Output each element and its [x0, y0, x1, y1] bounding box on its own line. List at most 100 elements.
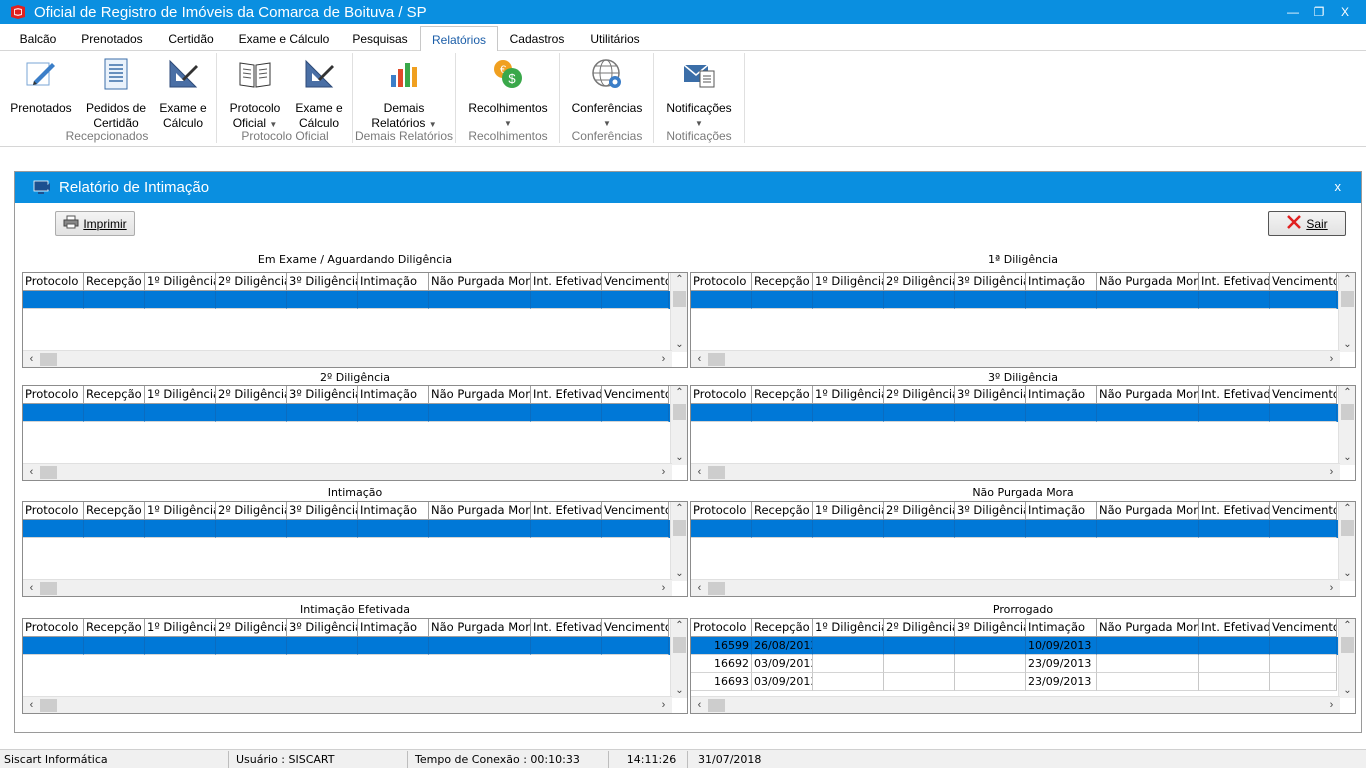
column-header[interactable]: 3º Diligência [955, 273, 1026, 291]
report-close-button[interactable]: x [1335, 179, 1342, 194]
scroll-down-icon[interactable]: ⌄ [671, 452, 687, 463]
scroll-left-icon[interactable]: ‹ [23, 351, 40, 367]
notificacoes-button[interactable]: Notificações ▼ [660, 51, 738, 131]
pedidos-certidao-button[interactable]: Pedidos de Certidão [82, 51, 150, 131]
column-header[interactable]: Vencimento [1270, 273, 1337, 291]
scroll-left-icon[interactable]: ‹ [691, 580, 708, 596]
column-header[interactable]: Intimação [358, 502, 429, 520]
table-row[interactable] [23, 637, 672, 655]
scroll-left-icon[interactable]: ‹ [691, 697, 708, 713]
print-button[interactable]: Imprimir [55, 211, 135, 236]
report-grid[interactable]: Protocolo Recepção 1º Diligência 2º Diligên… [22, 272, 688, 368]
column-header[interactable]: Protocolo [691, 619, 752, 637]
scroll-right-icon[interactable]: › [655, 464, 672, 480]
column-header[interactable]: Protocolo [691, 386, 752, 404]
report-grid[interactable]: Protocolo Recepção 1º Diligência 2º Diligên… [690, 618, 1356, 714]
column-header[interactable]: Recepção [752, 386, 813, 404]
tab-certidao[interactable]: Certidão [160, 26, 222, 51]
scroll-right-icon[interactable]: › [1323, 697, 1340, 713]
recolhimentos-button[interactable]: € $ Recolhimentos ▼ [462, 51, 554, 131]
column-header[interactable]: Não Purgada Mora [429, 386, 531, 404]
column-header[interactable]: Não Purgada Mora [429, 502, 531, 520]
horizontal-scrollbar[interactable]: ‹ › [23, 579, 672, 596]
column-header[interactable]: Intimação [358, 386, 429, 404]
scroll-thumb[interactable] [40, 582, 57, 595]
scroll-thumb[interactable] [1341, 404, 1354, 420]
column-header[interactable]: 1º Diligência [145, 273, 216, 291]
column-header[interactable]: Recepção [84, 619, 145, 637]
column-header[interactable]: 2º Diligência [216, 502, 287, 520]
column-header[interactable]: Int. Efetivada [1199, 273, 1270, 291]
column-header[interactable]: Protocolo [23, 619, 84, 637]
vertical-scrollbar[interactable]: ⌃ ⌄ [1338, 386, 1355, 465]
scroll-down-icon[interactable]: ⌄ [671, 568, 687, 579]
scroll-left-icon[interactable]: ‹ [23, 580, 40, 596]
scroll-thumb[interactable] [673, 637, 686, 653]
scroll-left-icon[interactable]: ‹ [691, 351, 708, 367]
scroll-up-icon[interactable]: ⌃ [1339, 620, 1355, 631]
scroll-thumb[interactable] [708, 699, 725, 712]
column-header[interactable]: Intimação [1026, 619, 1097, 637]
scroll-thumb[interactable] [673, 291, 686, 307]
column-header[interactable]: 1º Diligência [145, 619, 216, 637]
vertical-scrollbar[interactable]: ⌃ ⌄ [1338, 273, 1355, 352]
column-header[interactable]: 1º Diligência [813, 502, 884, 520]
vertical-scrollbar[interactable]: ⌃ ⌄ [670, 386, 687, 465]
column-header[interactable]: 3º Diligência [287, 386, 358, 404]
column-header[interactable]: Não Purgada Mora [1097, 619, 1199, 637]
scroll-thumb[interactable] [1341, 637, 1354, 653]
vertical-scrollbar[interactable]: ⌃ ⌄ [670, 273, 687, 352]
scroll-thumb[interactable] [708, 353, 725, 366]
column-header[interactable]: Intimação [358, 273, 429, 291]
scroll-thumb[interactable] [708, 582, 725, 595]
scroll-up-icon[interactable]: ⌃ [671, 274, 687, 285]
scroll-up-icon[interactable]: ⌃ [671, 387, 687, 398]
column-header[interactable]: 3º Diligência [287, 273, 358, 291]
scroll-thumb[interactable] [673, 520, 686, 536]
column-header[interactable]: 3º Diligência [287, 502, 358, 520]
conferencias-button[interactable]: Conferências ▼ [566, 51, 648, 131]
scroll-right-icon[interactable]: › [655, 351, 672, 367]
column-header[interactable]: Int. Efetivada [1199, 619, 1270, 637]
column-header[interactable]: Int. Efetivada [1199, 502, 1270, 520]
prenotados-report-button[interactable]: Prenotados [6, 51, 76, 116]
scroll-left-icon[interactable]: ‹ [691, 464, 708, 480]
column-header[interactable]: 1º Diligência [145, 386, 216, 404]
scroll-up-icon[interactable]: ⌃ [1339, 387, 1355, 398]
column-header[interactable]: Recepção [752, 273, 813, 291]
scroll-down-icon[interactable]: ⌄ [671, 685, 687, 696]
column-header[interactable]: Int. Efetivada [531, 619, 602, 637]
column-header[interactable]: 2º Diligência [216, 386, 287, 404]
scroll-up-icon[interactable]: ⌃ [671, 503, 687, 514]
column-header[interactable]: Recepção [84, 386, 145, 404]
scroll-thumb[interactable] [673, 404, 686, 420]
column-header[interactable]: 1º Diligência [813, 273, 884, 291]
scroll-up-icon[interactable]: ⌃ [671, 620, 687, 631]
horizontal-scrollbar[interactable]: ‹ › [691, 579, 1340, 596]
column-header[interactable]: Int. Efetivada [531, 386, 602, 404]
column-header[interactable]: Int. Efetivada [531, 273, 602, 291]
column-header[interactable]: Intimação [358, 619, 429, 637]
column-header[interactable]: 1º Diligência [813, 619, 884, 637]
report-grid[interactable]: Protocolo Recepção 1º Diligência 2º Diligên… [690, 385, 1356, 481]
protocolo-oficial-button[interactable]: Protocolo Oficial ▼ [222, 51, 288, 132]
column-header[interactable]: Não Purgada Mora [1097, 502, 1199, 520]
column-header[interactable]: Protocolo [691, 502, 752, 520]
column-header[interactable]: 3º Diligência [955, 502, 1026, 520]
horizontal-scrollbar[interactable]: ‹ › [691, 696, 1340, 713]
scroll-down-icon[interactable]: ⌄ [1339, 568, 1355, 579]
column-header[interactable]: Protocolo [23, 386, 84, 404]
minimize-button[interactable]: — [1280, 5, 1306, 19]
table-row[interactable] [23, 404, 672, 422]
horizontal-scrollbar[interactable]: ‹ › [23, 350, 672, 367]
scroll-thumb[interactable] [40, 466, 57, 479]
scroll-down-icon[interactable]: ⌄ [671, 339, 687, 350]
tab-relatorios[interactable]: Relatórios [420, 26, 498, 52]
scroll-left-icon[interactable]: ‹ [23, 697, 40, 713]
restore-button[interactable]: ❐ [1306, 5, 1332, 19]
vertical-scrollbar[interactable]: ⌃ ⌄ [1338, 502, 1355, 581]
column-header[interactable]: 1º Diligência [145, 502, 216, 520]
exame-calculo-oficial-button[interactable]: Exame e Cálculo [290, 51, 348, 131]
table-row[interactable] [691, 291, 1340, 309]
scroll-right-icon[interactable]: › [1323, 464, 1340, 480]
